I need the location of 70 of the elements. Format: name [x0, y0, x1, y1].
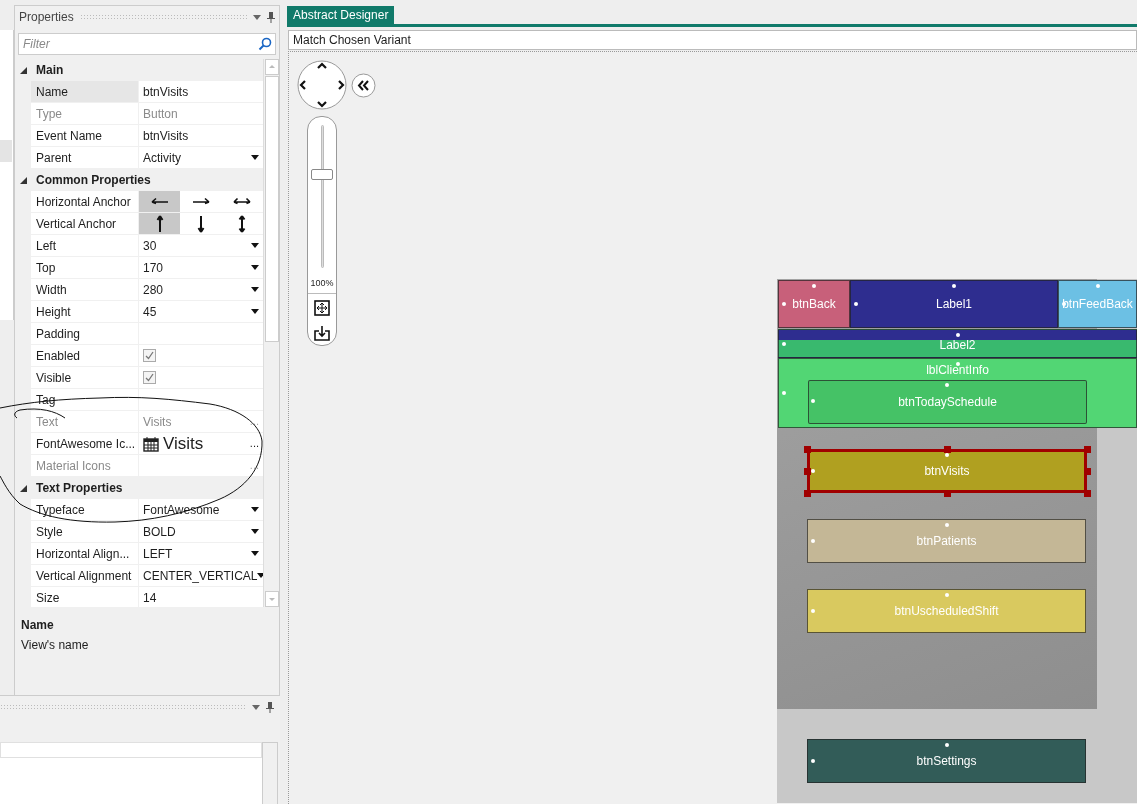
property-label[interactable]: Width	[31, 279, 138, 300]
property-label[interactable]: Top	[31, 257, 138, 278]
dropdown-arrow-icon[interactable]	[251, 287, 259, 292]
dropdown-arrow-icon[interactable]	[251, 265, 259, 270]
property-label[interactable]: Horizontal Align...	[31, 543, 138, 564]
collapse-icon[interactable]	[351, 73, 376, 98]
property-label[interactable]: Style	[31, 521, 138, 542]
group-header[interactable]: Text Properties	[31, 479, 123, 497]
resize-handle[interactable]	[943, 445, 951, 453]
designer-view[interactable]: btnSettings	[807, 739, 1086, 783]
resize-handle[interactable]	[803, 467, 811, 475]
property-label[interactable]: Event Name	[31, 125, 138, 146]
dropdown-arrow-icon[interactable]	[251, 529, 259, 534]
search-icon[interactable]	[258, 37, 272, 51]
resize-handle[interactable]	[1083, 445, 1091, 453]
pin-icon[interactable]	[266, 701, 274, 713]
checkbox[interactable]	[143, 349, 156, 362]
property-label[interactable]: Typeface	[31, 499, 138, 520]
designer-view[interactable]: Label1	[850, 280, 1058, 328]
fit-icon[interactable]	[314, 299, 330, 316]
anchor-option[interactable]	[139, 213, 180, 234]
property-label[interactable]: Horizontal Anchor	[31, 191, 138, 212]
dropdown-arrow-icon[interactable]	[251, 551, 259, 556]
anchor-option[interactable]	[139, 191, 180, 212]
resize-handle[interactable]	[803, 489, 811, 497]
property-label[interactable]: Visible	[31, 367, 138, 388]
property-value[interactable]: Visits	[163, 433, 250, 454]
pan-control-icon[interactable]	[297, 60, 347, 110]
dropdown-arrow-icon[interactable]	[257, 573, 263, 578]
property-label[interactable]: Left	[31, 235, 138, 256]
designer-tab[interactable]: Abstract Designer	[287, 6, 395, 24]
property-label[interactable]: Enabled	[31, 345, 138, 366]
resize-handle[interactable]	[803, 445, 811, 453]
group-header[interactable]: Common Properties	[31, 171, 151, 189]
filter-field[interactable]: Filter	[18, 33, 276, 55]
zoom-reading: 100%	[310, 277, 334, 290]
dropdown-arrow-icon[interactable]	[251, 155, 259, 160]
value-cell[interactable]	[139, 323, 263, 344]
scrollbar[interactable]	[263, 59, 279, 607]
dropdown-arrow-icon[interactable]	[251, 507, 259, 512]
property-label[interactable]: Height	[31, 301, 138, 322]
checkbox[interactable]	[143, 371, 156, 384]
expand-icon[interactable]	[19, 66, 27, 74]
designer-view[interactable]: btnBack	[778, 280, 850, 328]
pin-icon[interactable]	[267, 11, 275, 23]
property-label[interactable]: Name	[31, 81, 138, 102]
input-field[interactable]	[0, 742, 262, 758]
dropdown-arrow-icon[interactable]	[251, 309, 259, 314]
property-label[interactable]: Size	[31, 587, 138, 607]
property-label[interactable]: Vertical Alignment	[31, 565, 138, 586]
scrollbar[interactable]	[262, 742, 278, 804]
download-icon[interactable]	[314, 324, 330, 341]
property-label[interactable]: Vertical Anchor	[31, 213, 138, 234]
group-header[interactable]: Main	[31, 61, 64, 79]
property-label[interactable]: FontAwesome Ic...	[31, 433, 138, 454]
calendar-icon	[143, 435, 159, 452]
expand-icon[interactable]	[19, 176, 27, 184]
description-title: Name	[21, 617, 55, 634]
resize-handle[interactable]	[1083, 489, 1091, 497]
scroll-thumb[interactable]	[264, 76, 279, 342]
description-text: View's name	[21, 637, 90, 654]
property-label[interactable]: Padding	[31, 323, 138, 344]
property-label[interactable]: Parent	[31, 147, 138, 168]
panel-title: Properties	[19, 9, 74, 26]
ellipsis-button[interactable]: ...	[249, 435, 259, 452]
dropdown-arrow-icon[interactable]	[251, 243, 259, 248]
slider-thumb[interactable]	[311, 169, 333, 180]
value-cell[interactable]	[139, 389, 263, 410]
variant-field[interactable]: Match Chosen Variant	[288, 30, 1137, 50]
expand-icon[interactable]	[19, 484, 27, 492]
